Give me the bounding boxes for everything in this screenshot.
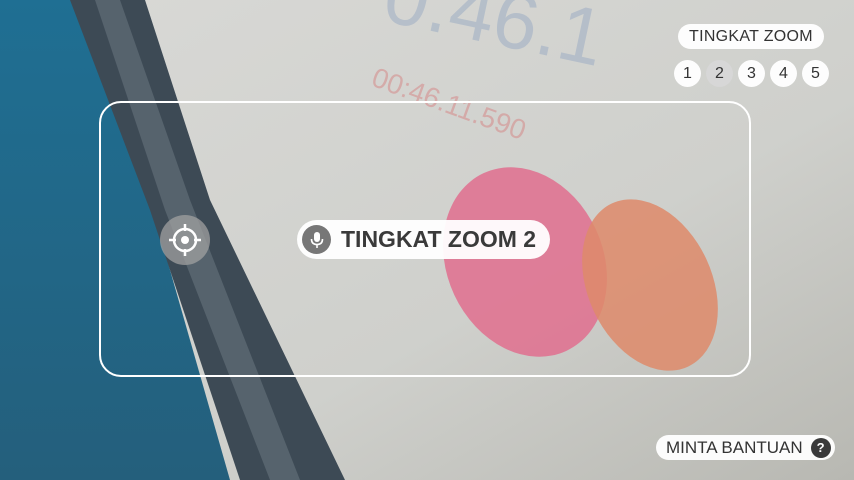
help-label: MINTA BANTUAN: [666, 437, 803, 457]
zoom-level-5-button[interactable]: 5: [802, 60, 829, 87]
voice-status-text: TINGKAT ZOOM 2: [341, 226, 537, 252]
zoom-level-1-button[interactable]: 1: [674, 60, 701, 87]
crosshair-icon: [169, 224, 201, 256]
focus-target-button[interactable]: [160, 215, 210, 265]
microphone-icon: [302, 225, 331, 254]
question-mark-icon: ?: [810, 437, 831, 458]
zoom-level-title: TINGKAT ZOOM: [678, 24, 824, 49]
zoom-level-4-button[interactable]: 4: [770, 60, 797, 87]
zoom-level-2-button[interactable]: 2: [706, 60, 733, 87]
camera-view: 0.46.1 00:46.11.590 TINGKAT ZOOM TINGKAT…: [0, 0, 854, 480]
zoom-level-3-button[interactable]: 3: [738, 60, 765, 87]
voice-status-pill: TINGKAT ZOOM 2: [297, 220, 551, 259]
help-button[interactable]: MINTA BANTUAN ?: [656, 435, 835, 460]
